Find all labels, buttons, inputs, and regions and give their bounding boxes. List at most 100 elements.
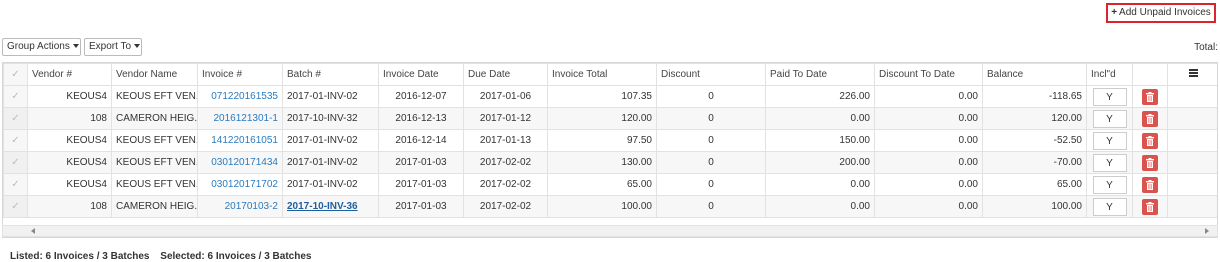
included-cell: Y [1086, 107, 1133, 130]
invoice-no-link-text[interactable]: 071220161535 [211, 91, 278, 102]
delete-button[interactable] [1142, 132, 1158, 149]
table-row[interactable]: ✓ KEOUS4 KEOUS EFT VEN... 141220161051 2017-… [3, 129, 1217, 152]
included-input[interactable]: Y [1092, 109, 1127, 128]
delete-button[interactable] [1142, 110, 1158, 127]
balance-cell: -52.50 [982, 129, 1087, 152]
discount-to-date-cell: 0.00 [874, 85, 983, 108]
row-checkbox[interactable]: ✓ [3, 107, 28, 130]
scroll-left-arrow-icon[interactable] [31, 228, 35, 234]
invoice-no-link-text[interactable]: 2016121301-1 [213, 113, 278, 124]
col-header-balance[interactable]: Balance [982, 63, 1087, 86]
row-checkbox[interactable]: ✓ [3, 129, 28, 152]
export-to-dropdown[interactable]: Export To [84, 38, 142, 56]
invoice-no-link-text[interactable]: 030120171702 [211, 179, 278, 190]
included-cell: Y [1086, 195, 1133, 218]
discount-to-date-cell-text: 0.00 [958, 135, 978, 146]
delete-cell [1132, 107, 1168, 130]
invoice-date-cell: 2016-12-07 [378, 85, 464, 108]
included-input[interactable]: Y [1092, 197, 1127, 216]
scroll-right-arrow-icon[interactable] [1205, 228, 1209, 234]
table-row[interactable]: ✓ 108 CAMERON HEIG... 20170103-2 2017-10-INV… [3, 195, 1217, 218]
table-row[interactable]: ✓ KEOUS4 KEOUS EFT VEN... 030120171434 2017-… [3, 151, 1217, 174]
included-input[interactable]: Y [1092, 175, 1127, 194]
discount-to-date-cell-text: 0.00 [958, 179, 978, 190]
batch-no-cell: 2017-01-INV-02 [282, 129, 379, 152]
row-checkbox[interactable]: ✓ [3, 195, 28, 218]
batch-no-cell-text: 2017-01-INV-02 [287, 135, 358, 146]
col-header-invoice-no[interactable]: Invoice # [197, 63, 283, 86]
delete-cell [1132, 151, 1168, 174]
due-date-cell-text: 2017-01-13 [479, 135, 532, 146]
balance-cell-text: -70.00 [1053, 157, 1082, 168]
col-header-vendor-name[interactable]: Vendor Name [111, 63, 198, 86]
invoice-no-link: 141220161051 [197, 129, 283, 152]
included-input[interactable]: Y [1092, 153, 1127, 172]
col-header-invoice-total[interactable]: Invoice Total [547, 63, 657, 86]
balance-cell-text: -52.50 [1053, 135, 1082, 146]
row-checkbox[interactable]: ✓ [3, 151, 28, 174]
included-input[interactable]: Y [1092, 131, 1127, 150]
table-row[interactable]: ✓ KEOUS4 KEOUS EFT VEN... 071220161535 2017-… [3, 85, 1217, 108]
table-row[interactable]: ✓ KEOUS4 KEOUS EFT VEN... 030120171702 2017-… [3, 173, 1217, 196]
delete-button[interactable] [1142, 88, 1158, 105]
horizontal-scrollbar[interactable] [2, 225, 1218, 237]
col-header-paid-to-date[interactable]: Paid To Date [765, 63, 875, 86]
group-actions-dropdown[interactable]: Group Actions [2, 38, 81, 56]
col-header-vendor-no[interactable]: Vendor # [27, 63, 112, 86]
delete-button[interactable] [1142, 176, 1158, 193]
grid-footer: Listed: 6 Invoices / 3 Batches Selected:… [10, 251, 319, 262]
vendor-no-cell-text: KEOUS4 [66, 91, 107, 102]
invoice-total-cell: 130.00 [547, 151, 657, 174]
select-all-checkbox[interactable]: ✓ [3, 63, 28, 86]
trash-icon [1146, 157, 1154, 168]
discount-cell-text: 0 [708, 157, 714, 168]
filler-cell [1167, 151, 1217, 174]
paid-to-date-cell-text: 150.00 [839, 135, 870, 146]
invoice-no-link-text[interactable]: 20170103-2 [225, 201, 278, 212]
discount-cell: 0 [656, 173, 766, 196]
delete-button[interactable] [1142, 154, 1158, 171]
delete-cell [1132, 129, 1168, 152]
invoice-date-cell: 2017-01-03 [378, 151, 464, 174]
paid-to-date-cell: 200.00 [765, 151, 875, 174]
header-row: ✓ Vendor # Vendor Name Invoice # Batch #… [3, 63, 1217, 86]
col-header-discount-to-date[interactable]: Discount To Date [874, 63, 983, 86]
selected-summary: Selected: 6 Invoices / 3 Batches [160, 251, 312, 262]
invoice-no-link-text[interactable]: 030120171434 [211, 157, 278, 168]
batch-no-cell-text[interactable]: 2017-10-INV-36 [287, 201, 358, 212]
column-menu-button[interactable] [1167, 63, 1217, 86]
due-date-cell: 2017-01-12 [463, 107, 548, 130]
row-checkbox[interactable]: ✓ [3, 173, 28, 196]
table-row[interactable]: ✓ 108 CAMERON HEIG... 2016121301-1 2017-10-I… [3, 107, 1217, 130]
included-cell: Y [1086, 85, 1133, 108]
invoice-no-link-text[interactable]: 141220161051 [211, 135, 278, 146]
discount-to-date-cell-text: 0.00 [958, 201, 978, 212]
col-header-discount[interactable]: Discount [656, 63, 766, 86]
invoice-date-cell-text: 2017-01-03 [395, 179, 447, 190]
invoice-no-link: 20170103-2 [197, 195, 283, 218]
vendor-no-cell: KEOUS4 [27, 173, 112, 196]
col-header-batch-no[interactable]: Batch # [282, 63, 379, 86]
invoice-date-cell: 2016-12-14 [378, 129, 464, 152]
balance-cell-text: 120.00 [1051, 113, 1082, 124]
included-input[interactable]: Y [1092, 87, 1127, 106]
paid-to-date-cell-text: 0.00 [850, 179, 870, 190]
invoice-total-cell-text: 65.00 [626, 179, 652, 190]
batch-no-cell: 2017-10-INV-32 [282, 107, 379, 130]
add-unpaid-invoices-button[interactable]: + Add Unpaid Invoices [1106, 3, 1216, 23]
row-checkbox[interactable]: ✓ [3, 85, 28, 108]
balance-cell: 100.00 [982, 195, 1087, 218]
balance-cell: 65.00 [982, 173, 1087, 196]
invoice-total-cell-text: 120.00 [621, 113, 652, 124]
col-header-due-date[interactable]: Due Date [463, 63, 548, 86]
due-date-cell-text: 2017-02-02 [479, 201, 532, 212]
col-header-invoice-date[interactable]: Invoice Date [378, 63, 464, 86]
delete-button[interactable] [1142, 198, 1158, 215]
balance-cell: -118.65 [982, 85, 1087, 108]
col-header-included[interactable]: Incl"d [1086, 63, 1133, 86]
vendor-name-cell-text: KEOUS EFT VEN... [116, 157, 198, 168]
vendor-no-cell-text: KEOUS4 [66, 135, 107, 146]
batch-no-cell-text: 2017-01-INV-02 [287, 157, 358, 168]
delete-cell [1132, 173, 1168, 196]
group-actions-label: Group Actions [7, 41, 70, 52]
